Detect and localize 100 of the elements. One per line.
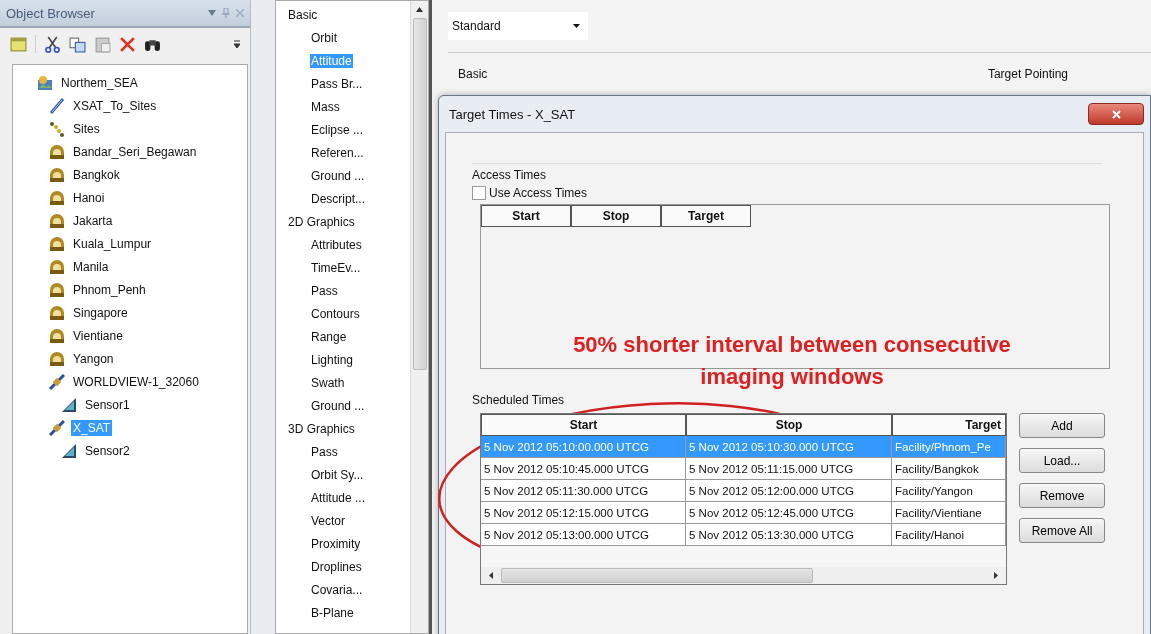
dome-icon bbox=[49, 235, 65, 252]
tree-item[interactable]: Sensor2 bbox=[83, 442, 132, 459]
scrollbar[interactable] bbox=[410, 1, 428, 633]
list-item[interactable]: Attributes bbox=[310, 238, 363, 252]
list-item[interactable]: Orbit bbox=[310, 31, 338, 45]
close-icon bbox=[1111, 109, 1121, 119]
scrollbar[interactable] bbox=[481, 567, 1006, 584]
group-label: 3D Graphics bbox=[288, 421, 356, 438]
list-item[interactable]: Range bbox=[310, 330, 348, 344]
sensor-icon bbox=[61, 442, 77, 459]
dome-icon bbox=[49, 143, 65, 160]
tree-item[interactable]: Yangon bbox=[71, 350, 116, 367]
overflow-icon[interactable] bbox=[234, 40, 240, 48]
dialog-button[interactable]: Load... bbox=[1019, 448, 1105, 473]
globe-folder-icon bbox=[37, 74, 53, 91]
tree-item[interactable]: Bangkok bbox=[71, 166, 122, 183]
dialog-title: Target Times - X_SAT bbox=[449, 106, 576, 122]
column-header[interactable]: Start bbox=[481, 414, 686, 436]
dome-icon bbox=[49, 189, 65, 206]
group-label: Basic bbox=[288, 7, 319, 24]
table-cell: 5 Nov 2012 05:13:00.000 UTCG bbox=[481, 524, 686, 546]
section-label: Basic bbox=[458, 67, 488, 81]
dome-icon bbox=[49, 212, 65, 229]
dome-icon bbox=[49, 327, 65, 344]
dropdown[interactable]: Standard bbox=[448, 12, 588, 40]
tree-item[interactable]: XSAT_To_Sites bbox=[71, 97, 159, 114]
use-access-times-checkbox[interactable]: Use Access Times bbox=[472, 186, 1102, 200]
column-header[interactable]: Stop bbox=[571, 205, 661, 227]
dialog-button[interactable]: Add bbox=[1019, 413, 1105, 438]
list-item[interactable]: Lighting bbox=[310, 353, 355, 367]
list-item[interactable]: Ground ... bbox=[310, 169, 366, 183]
annotation-text: imaging windows bbox=[699, 363, 885, 391]
list-item[interactable]: Ground ... bbox=[310, 399, 366, 413]
list-item[interactable]: B-Plane bbox=[310, 606, 355, 620]
scroll-thumb[interactable] bbox=[501, 568, 813, 583]
tree-item[interactable]: WORLDVIEW-1_32060 bbox=[71, 373, 201, 390]
table-row[interactable]: 5 Nov 2012 05:10:45.000 UTCG 5 Nov 2012 05:11:15.000 UTCG Facility/Bangkok bbox=[481, 458, 1006, 480]
tree-item[interactable]: Sensor1 bbox=[83, 396, 132, 413]
list-item[interactable]: Pass Br... bbox=[310, 77, 364, 91]
dots-icon bbox=[49, 120, 65, 137]
dome-icon bbox=[49, 304, 65, 321]
tree-item[interactable]: Bandar_Seri_Begawan bbox=[71, 143, 199, 160]
caret-icon bbox=[573, 24, 580, 28]
list-item[interactable]: TimeEv... bbox=[310, 261, 362, 275]
list-item[interactable]: Swath bbox=[310, 376, 346, 390]
tree-item[interactable]: Phnom_Penh bbox=[71, 281, 148, 298]
list-item[interactable]: Droplines bbox=[310, 560, 363, 574]
dome-icon bbox=[49, 166, 65, 183]
tree-item[interactable]: Manila bbox=[71, 258, 111, 275]
close-button[interactable] bbox=[1088, 103, 1144, 125]
list-item[interactable]: Pass bbox=[310, 445, 339, 459]
tree-item[interactable]: Sites bbox=[71, 120, 102, 137]
satellite-icon bbox=[49, 419, 65, 436]
table-row[interactable]: 5 Nov 2012 05:13:00.000 UTCG 5 Nov 2012 05:13:30.000 UTCG Facility/Hanoi bbox=[481, 524, 1006, 546]
link-icon bbox=[49, 97, 65, 114]
section-label: Target Pointing bbox=[987, 67, 1068, 81]
delete-icon[interactable] bbox=[119, 35, 136, 53]
tree-item[interactable]: Singapore bbox=[71, 304, 130, 321]
tree-item[interactable]: Jakarta bbox=[71, 212, 115, 229]
dialog-button[interactable]: Remove All bbox=[1019, 518, 1105, 543]
dome-icon bbox=[49, 350, 65, 367]
list-item[interactable]: Mass bbox=[310, 100, 341, 114]
table-cell: 5 Nov 2012 05:13:30.000 UTCG bbox=[686, 524, 892, 546]
panel-title: Object Browser bbox=[6, 5, 95, 21]
tree-item[interactable]: Northem_SEA bbox=[59, 74, 140, 91]
dialog-button[interactable]: Remove bbox=[1019, 483, 1105, 508]
annotation-text: 50% shorter interval between consecutive bbox=[572, 331, 1012, 359]
tree-item[interactable]: Hanoi bbox=[71, 189, 107, 206]
cut-icon[interactable] bbox=[44, 35, 61, 53]
satellite-icon bbox=[49, 373, 65, 390]
list-item[interactable]: Descript... bbox=[310, 192, 366, 206]
list-item[interactable]: Vector bbox=[310, 514, 347, 528]
column-header[interactable]: Start bbox=[481, 205, 571, 227]
list-item[interactable]: Covaria... bbox=[310, 583, 364, 597]
list-item[interactable]: Attitude ... bbox=[310, 491, 367, 505]
list-item[interactable]: Referen... bbox=[310, 146, 365, 160]
tree-item[interactable]: Kuala_Lumpur bbox=[71, 235, 154, 252]
group-label: 2D Graphics bbox=[288, 214, 356, 231]
column-header[interactable]: Target bbox=[892, 414, 1006, 436]
table-row[interactable]: 5 Nov 2012 05:12:15.000 UTCG 5 Nov 2012 05:12:45.000 UTCG Facility/Vientiane bbox=[481, 502, 1006, 524]
copy-icon[interactable] bbox=[69, 35, 86, 53]
list-item[interactable]: Proximity bbox=[310, 537, 362, 551]
group-title: Scheduled Times bbox=[472, 393, 565, 407]
scroll-left-icon[interactable] bbox=[489, 572, 493, 579]
group-title: Access Times bbox=[472, 168, 547, 182]
scroll-up-icon[interactable] bbox=[416, 7, 423, 12]
dropdown-icon[interactable] bbox=[208, 10, 216, 16]
dome-icon bbox=[49, 281, 65, 298]
column-header[interactable]: Target bbox=[661, 205, 751, 227]
list-item[interactable]: Orbit Sy... bbox=[310, 468, 365, 482]
scroll-thumb[interactable] bbox=[412, 18, 427, 370]
scroll-right-icon[interactable] bbox=[994, 572, 998, 579]
tree-item[interactable]: Vientiane bbox=[71, 327, 125, 344]
new-scenario-icon[interactable] bbox=[10, 35, 27, 53]
list-item[interactable]: Pass bbox=[310, 284, 339, 298]
column-header[interactable]: Stop bbox=[686, 414, 892, 436]
table-row[interactable]: 5 Nov 2012 05:11:30.000 UTCG 5 Nov 2012 05:12:00.000 UTCG Facility/Yangon bbox=[481, 480, 1006, 502]
list-item[interactable]: Contours bbox=[310, 307, 361, 321]
list-item[interactable]: Eclipse ... bbox=[310, 123, 365, 137]
table-cell: Facility/Hanoi bbox=[892, 524, 1006, 546]
